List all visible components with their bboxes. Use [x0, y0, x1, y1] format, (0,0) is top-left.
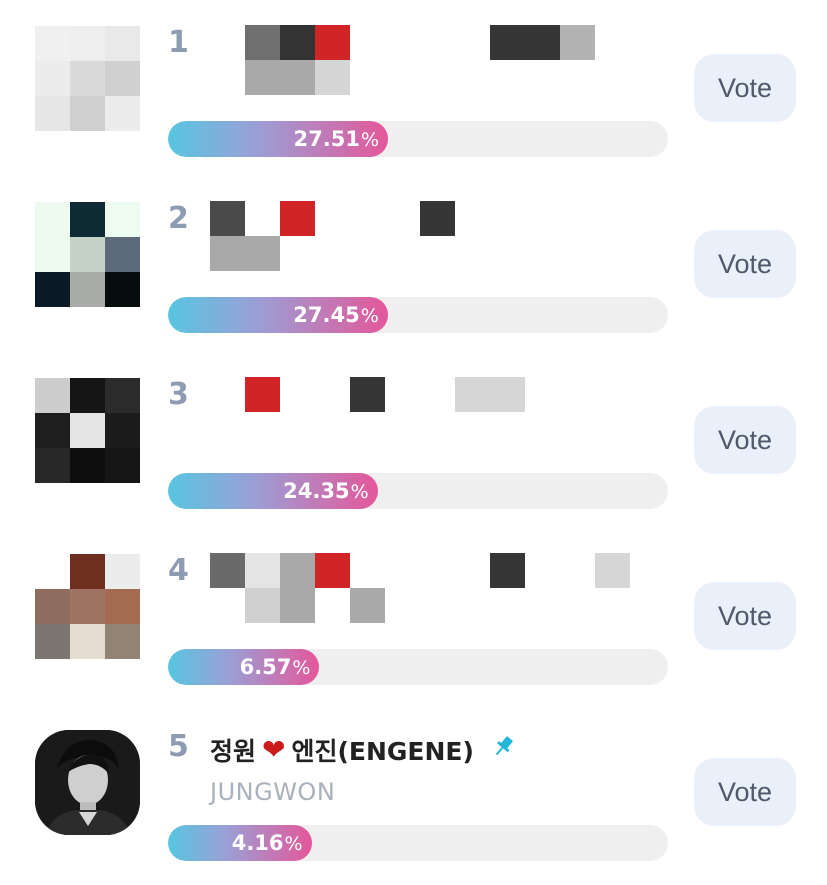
heart-icon: ❤ [262, 733, 286, 766]
vote-percentage: 24.35% [283, 479, 369, 503]
vote-progress-bar: 27.45% [168, 297, 668, 333]
vote-percentage: 6.57% [239, 655, 311, 679]
vote-progress-fill: 27.51% [168, 121, 388, 157]
vote-button[interactable]: Vote [694, 54, 796, 122]
candidate-row-3: 3 24.35% Vote [0, 352, 827, 528]
pin-icon[interactable] [490, 734, 516, 766]
rank-number: 3 [168, 377, 189, 412]
vote-progress-fill: 6.57% [168, 649, 320, 685]
vote-button[interactable]: Vote [694, 582, 796, 650]
candidate-name-masked [210, 201, 640, 273]
vote-progress-bar: 27.51% [168, 121, 668, 157]
candidate-photo-pixelated [35, 554, 140, 659]
vote-percentage: 4.16% [231, 831, 303, 855]
candidate-name: 정원 [210, 737, 257, 766]
rank-number: 1 [168, 25, 189, 60]
candidate-subtitle: JUNGWON [210, 778, 336, 806]
candidate-name-masked [210, 377, 640, 449]
vote-percentage: 27.51% [293, 127, 380, 151]
rank-number: 4 [168, 553, 189, 588]
candidate-row-1: 1 27.51% Vote [0, 0, 827, 176]
candidate-name-line: 정원 ❤ 엔진(ENGENE) [210, 732, 516, 768]
vote-progress-bar: 24.35% [168, 473, 668, 509]
candidate-photo-pixelated [35, 378, 140, 483]
vote-progress-bar: 6.57% [168, 649, 668, 685]
vote-percentage: 27.45% [293, 303, 379, 327]
candidate-row-5: 5 정원 ❤ 엔진(ENGENE) JUNGWON 4.16% Vote [0, 704, 827, 880]
vote-button[interactable]: Vote [694, 758, 796, 826]
vote-progress-fill: 27.45% [168, 297, 388, 333]
candidate-row-2: 2 27.45% Vote [0, 176, 827, 352]
fandom-name: 엔진(ENGENE) [291, 737, 474, 766]
vote-progress-fill: 4.16% [168, 825, 312, 861]
candidate-name-masked [210, 553, 640, 625]
rank-number: 2 [168, 201, 189, 236]
avatar [35, 730, 140, 835]
candidate-name-masked [210, 25, 640, 97]
rank-number: 5 [168, 729, 189, 764]
candidate-row-4: 4 6.57% Vote [0, 528, 827, 704]
vote-button[interactable]: Vote [694, 230, 796, 298]
candidate-photo-pixelated [35, 202, 140, 307]
vote-button[interactable]: Vote [694, 406, 796, 474]
vote-progress-bar: 4.16% [168, 825, 668, 861]
candidate-photo-pixelated [35, 26, 140, 131]
vote-progress-fill: 24.35% [168, 473, 378, 509]
